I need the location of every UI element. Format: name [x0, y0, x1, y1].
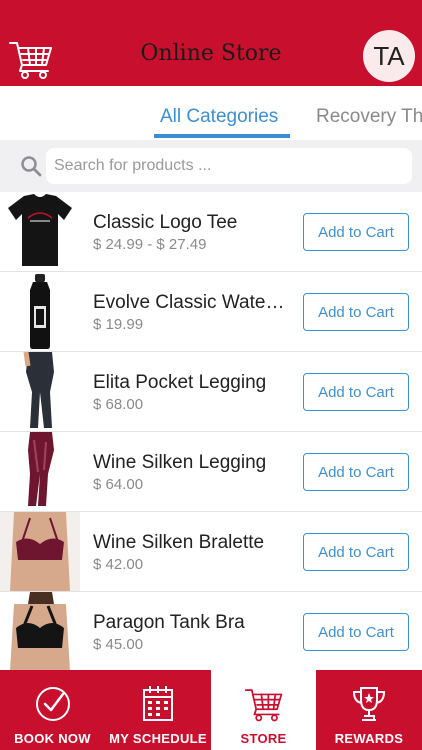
tab-recovery[interactable]: Recovery Th [316, 106, 422, 128]
product-list: Classic Logo Tee $ 24.99 - $ 27.49 Add t… [0, 192, 422, 672]
product-name[interactable]: Wine Silken Legging [93, 452, 297, 474]
nav-store[interactable]: STORE [211, 670, 316, 750]
product-price: $ 45.00 [93, 636, 144, 653]
nav-book-now[interactable]: BOOK NOW [0, 670, 105, 750]
app-header: Online Store TA [0, 0, 422, 86]
product-name[interactable]: Elita Pocket Legging [93, 372, 297, 394]
product-image-pocket-legging [0, 352, 80, 431]
product-price: $ 42.00 [93, 556, 144, 573]
search-input[interactable] [46, 148, 412, 184]
search-icon [21, 156, 42, 177]
product-name[interactable]: Wine Silken Bralette [93, 532, 297, 554]
category-tabs: All Categories Recovery Th [0, 86, 422, 140]
product-price: $ 68.00 [93, 396, 144, 413]
product-price: $ 64.00 [93, 476, 144, 493]
check-circle-icon [35, 687, 70, 721]
tab-all-categories[interactable]: All Categories [160, 106, 278, 128]
product-row[interactable]: Wine Silken Bralette $ 42.00 Add to Cart [0, 512, 422, 592]
active-tab-indicator [154, 134, 290, 138]
product-row[interactable]: Elita Pocket Legging $ 68.00 Add to Cart [0, 352, 422, 432]
product-price: $ 19.99 [93, 316, 144, 333]
product-image-wine-legging [0, 432, 80, 511]
page-title: Online Store [140, 41, 282, 66]
product-row[interactable]: Evolve Classic Wate… $ 19.99 Add to Cart [0, 272, 422, 352]
nav-label: STORE [240, 731, 287, 746]
shopping-cart-icon [244, 689, 282, 722]
add-to-cart-button[interactable]: Add to Cart [303, 533, 409, 571]
product-image-tee [0, 192, 80, 271]
nav-label: MY SCHEDULE [109, 731, 207, 746]
bottom-nav: BOOK NOW MY SCHEDULE STORE REWARDS [0, 670, 422, 750]
product-name[interactable]: Classic Logo Tee [93, 212, 297, 234]
product-row[interactable]: Paragon Tank Bra $ 45.00 Add to Cart [0, 592, 422, 672]
product-name[interactable]: Evolve Classic Wate… [93, 292, 297, 314]
add-to-cart-button[interactable]: Add to Cart [303, 213, 409, 251]
search-bar [0, 140, 422, 192]
product-image-tank-bra [0, 592, 80, 671]
add-to-cart-button[interactable]: Add to Cart [303, 613, 409, 651]
product-image-wine-bralette [0, 512, 80, 591]
nav-label: BOOK NOW [14, 731, 91, 746]
product-name[interactable]: Paragon Tank Bra [93, 612, 297, 634]
nav-my-schedule[interactable]: MY SCHEDULE [105, 670, 211, 750]
avatar[interactable]: TA [363, 30, 415, 82]
nav-label: REWARDS [334, 731, 404, 746]
product-price: $ 24.99 - $ 27.49 [93, 236, 207, 253]
product-row[interactable]: Wine Silken Legging $ 64.00 Add to Cart [0, 432, 422, 512]
nav-rewards[interactable]: REWARDS [316, 670, 422, 750]
product-image-water-bottle [0, 272, 80, 351]
calendar-icon [143, 686, 173, 721]
add-to-cart-button[interactable]: Add to Cart [303, 373, 409, 411]
add-to-cart-button[interactable]: Add to Cart [303, 453, 409, 491]
trophy-icon [352, 687, 386, 721]
add-to-cart-button[interactable]: Add to Cart [303, 293, 409, 331]
product-row[interactable]: Classic Logo Tee $ 24.99 - $ 27.49 Add t… [0, 192, 422, 272]
